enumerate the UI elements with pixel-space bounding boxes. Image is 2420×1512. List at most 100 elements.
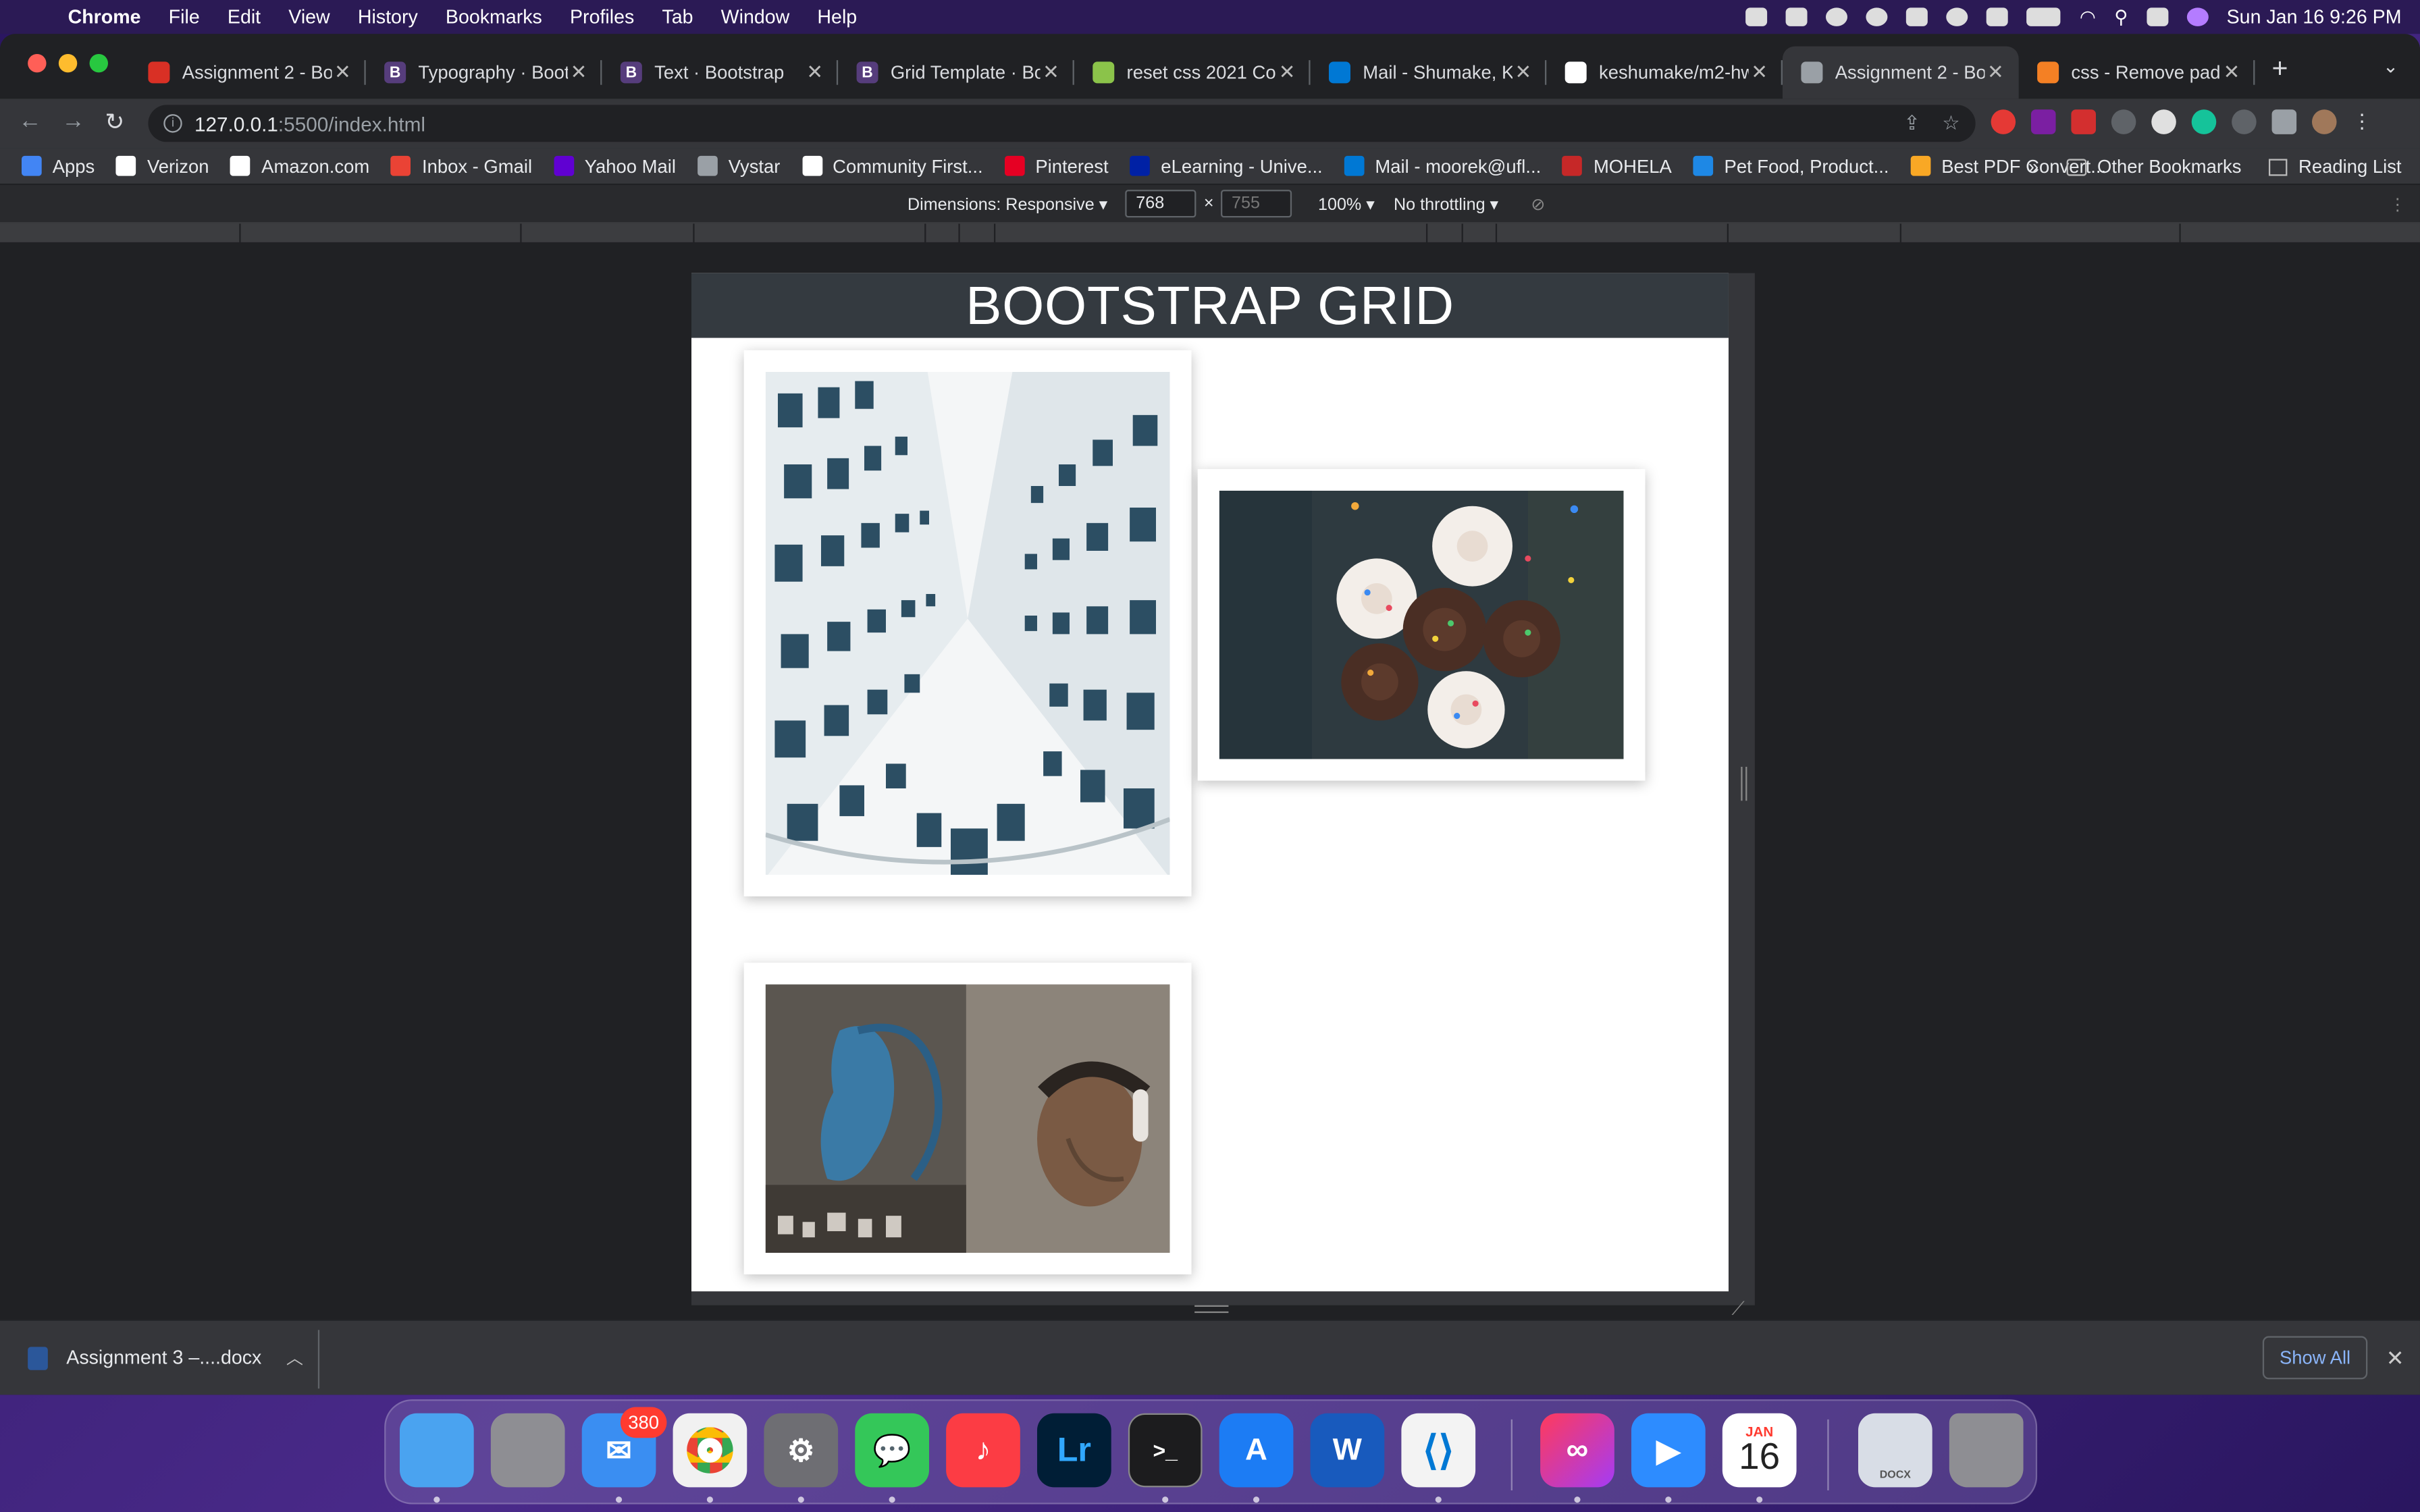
launchpad-icon[interactable] xyxy=(490,1413,565,1488)
bookmark-item[interactable]: eLearning - Unive... xyxy=(1130,155,1323,177)
extension-p-icon[interactable] xyxy=(2030,109,2056,134)
word-icon[interactable]: W xyxy=(1310,1413,1385,1488)
battery-icon[interactable] xyxy=(2027,7,2061,26)
tab-5[interactable]: Mail - Shumake, Ka ✕ xyxy=(1311,47,1547,99)
creative-cloud-status-icon[interactable] xyxy=(1826,7,1848,26)
throttling-select[interactable]: No throttling ▾ xyxy=(1394,194,1498,214)
close-tab-icon[interactable]: ✕ xyxy=(1276,60,1298,85)
terminal-icon[interactable]: >_ xyxy=(1128,1413,1203,1488)
viewport-width-input[interactable]: 768 xyxy=(1125,190,1196,218)
tab-4[interactable]: reset css 2021 Cod ✕ xyxy=(1074,47,1311,99)
app-store-icon[interactable]: A xyxy=(1219,1413,1294,1488)
close-tab-icon[interactable]: ✕ xyxy=(568,60,589,85)
lightroom-icon[interactable]: Lr xyxy=(1036,1413,1111,1488)
extensions-puzzle-icon[interactable] xyxy=(2271,109,2297,134)
extension-circle-icon[interactable] xyxy=(2111,109,2136,134)
bookmark-star-icon[interactable]: ☆ xyxy=(1942,111,1960,136)
reload-icon[interactable]: ↻ xyxy=(105,108,124,136)
tab-3[interactable]: B Grid Template · Boo ✕ xyxy=(838,47,1074,99)
viewport-height-input[interactable]: 755 xyxy=(1220,190,1292,218)
bookmark-item[interactable]: Community First... xyxy=(801,155,983,177)
control-center-icon[interactable] xyxy=(2146,7,2168,26)
close-tab-icon[interactable]: ✕ xyxy=(804,60,826,85)
tab-1[interactable]: B Typography · Boots ✕ xyxy=(366,47,602,99)
finder-icon[interactable] xyxy=(399,1413,474,1488)
menu-bookmarks[interactable]: Bookmarks xyxy=(446,6,542,28)
close-download-shelf-icon[interactable]: ✕ xyxy=(2386,1345,2404,1372)
bookmark-item[interactable]: Apps xyxy=(21,155,95,177)
viewport-width-resize-handle[interactable] xyxy=(1741,766,1747,801)
wifi-icon[interactable]: ◠ xyxy=(2080,6,2096,28)
tab-search-chevron-icon[interactable]: ⌄ xyxy=(2383,55,2398,77)
bookmark-item[interactable]: Mail - moorek@ufl... xyxy=(1344,155,1541,177)
bookmarks-overflow-button[interactable]: » xyxy=(2028,156,2038,178)
zoom-icon[interactable]: ▶ xyxy=(1631,1413,1706,1488)
menu-window[interactable]: Window xyxy=(721,6,790,28)
reading-list[interactable]: Reading List xyxy=(2269,156,2402,178)
viewport-corner-resize-handle[interactable]: ⟋ xyxy=(1732,1297,1745,1320)
checkmark-status-icon[interactable] xyxy=(1866,7,1889,26)
messages-icon[interactable]: 💬 xyxy=(855,1413,929,1488)
zoom-select[interactable]: 100% ▾ xyxy=(1318,194,1375,214)
bookmark-item[interactable]: Inbox - Gmail xyxy=(391,155,532,177)
vscode-icon[interactable]: ⟨⟩ xyxy=(1401,1413,1476,1488)
close-tab-icon[interactable]: ✕ xyxy=(2221,60,2242,85)
download-item[interactable]: Assignment 3 –....docx ︿ xyxy=(28,1345,303,1370)
close-tab-icon[interactable]: ✕ xyxy=(332,60,353,85)
system-preferences-icon[interactable]: ⚙ xyxy=(764,1413,839,1488)
close-window-button[interactable] xyxy=(28,53,47,73)
bookmark-item[interactable]: Vystar xyxy=(697,155,780,177)
vpn-status-icon[interactable] xyxy=(1906,7,1928,26)
menu-app-name[interactable]: Chrome xyxy=(68,6,141,28)
sync-status-icon[interactable] xyxy=(1947,7,1969,26)
other-bookmarks[interactable]: Other Bookmarks xyxy=(2066,156,2241,178)
back-arrow-icon[interactable]: ← xyxy=(18,108,41,134)
profile-avatar[interactable] xyxy=(2311,109,2337,134)
close-tab-icon[interactable]: ✕ xyxy=(1512,60,1534,85)
menu-help[interactable]: Help xyxy=(817,6,857,28)
bookmark-item[interactable]: Yahoo Mail xyxy=(554,155,676,177)
minimize-window-button[interactable] xyxy=(58,53,78,73)
close-tab-icon[interactable]: ✕ xyxy=(1749,60,1770,85)
display-status-icon[interactable] xyxy=(1987,7,2009,26)
acrobat-extension-icon[interactable] xyxy=(2071,109,2096,134)
viewport-height-resize-handle[interactable] xyxy=(1194,1305,1229,1314)
tab-2[interactable]: B Text · Bootstrap ✕ xyxy=(602,47,839,99)
media-query-ruler[interactable] xyxy=(0,223,2420,244)
maximize-window-button[interactable] xyxy=(89,53,108,73)
bookmark-item[interactable]: MOHELA xyxy=(1562,155,1672,177)
grammarly-extension-icon[interactable] xyxy=(2191,109,2217,134)
chrome-menu-icon[interactable]: ⋮ xyxy=(2352,109,2372,134)
zoom-status-icon[interactable] xyxy=(1746,7,1768,26)
show-all-downloads-button[interactable]: Show All xyxy=(2262,1336,2368,1380)
tab-0[interactable]: Assignment 2 - Boo ✕ xyxy=(130,47,366,99)
address-bar[interactable]: i 127.0.0.1:5500/index.html ⇪ ☆ xyxy=(148,105,1976,142)
extension-ghost-icon[interactable] xyxy=(2151,109,2176,134)
menu-history[interactable]: History xyxy=(358,6,418,28)
close-tab-icon[interactable]: ✕ xyxy=(1984,60,2006,85)
music-icon[interactable]: ♪ xyxy=(946,1413,1020,1488)
site-info-icon[interactable]: i xyxy=(163,114,182,133)
docx-file-icon[interactable]: DOCX xyxy=(1858,1413,1932,1488)
dimensions-select[interactable]: Dimensions: Responsive ▾ xyxy=(908,194,1107,214)
forward-arrow-icon[interactable]: → xyxy=(61,108,84,134)
menu-profiles[interactable]: Profiles xyxy=(570,6,634,28)
dropbox-icon[interactable] xyxy=(1786,7,1808,26)
rotate-icon[interactable]: ⊘ xyxy=(1531,194,1545,214)
adblock-extension-icon[interactable] xyxy=(1991,109,2016,134)
device-toolbar-menu-icon[interactable]: ⋮ xyxy=(2389,194,2406,214)
creative-cloud-icon[interactable]: ∞ xyxy=(1540,1413,1614,1488)
trash-icon[interactable] xyxy=(1949,1413,2024,1488)
calendar-icon[interactable]: JAN 16 xyxy=(1722,1413,1797,1488)
menu-file[interactable]: File xyxy=(169,6,200,28)
bookmark-item[interactable]: Pinterest xyxy=(1004,155,1109,177)
menu-edit[interactable]: Edit xyxy=(228,6,261,28)
tab-6[interactable]: keshumake/m2-hw ✕ xyxy=(1546,47,1783,99)
bookmark-item[interactable]: Pet Food, Product... xyxy=(1693,155,1889,177)
menu-tab[interactable]: Tab xyxy=(662,6,693,28)
download-chevron-up-icon[interactable]: ︿ xyxy=(286,1345,303,1370)
chrome-icon[interactable] xyxy=(673,1413,747,1488)
bookmark-item[interactable]: Verizon xyxy=(116,155,209,177)
new-tab-button[interactable]: + xyxy=(2272,53,2288,85)
tab-7[interactable]: Assignment 2 - Boo ✕ xyxy=(1782,46,2019,99)
